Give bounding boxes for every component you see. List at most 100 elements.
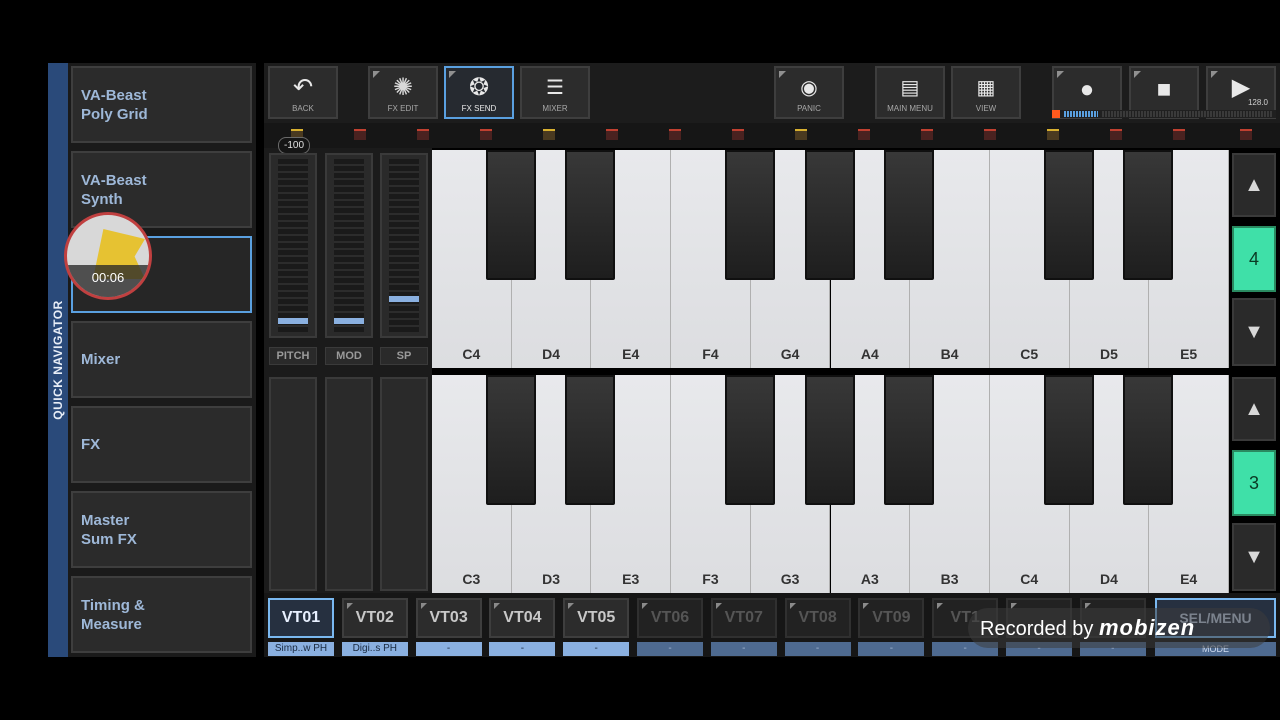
black-key[interactable]	[485, 150, 536, 280]
marker-icon[interactable]	[1173, 129, 1185, 140]
marker-icon[interactable]	[669, 129, 681, 140]
marker-icon[interactable]	[1110, 129, 1122, 140]
nav-item-master-sum-fx[interactable]: Master Sum FX	[71, 491, 252, 568]
nav-item-va-beast-poly-grid[interactable]: VA-Beast Poly Grid	[71, 66, 252, 143]
meter-inactive	[1102, 111, 1272, 117]
fx-send-button[interactable]: ❂ FX SEND	[444, 66, 514, 119]
keyboard-upper: C4 D4 E4 F4 G4 A4 B4 C5 D5 E5	[432, 150, 1229, 368]
pitch-value-badge: -100	[278, 137, 310, 154]
recording-time: 00:06	[67, 265, 149, 297]
watermark-text: Recorded by	[980, 618, 1094, 640]
track-button[interactable]: VT09	[858, 598, 925, 638]
black-key[interactable]	[485, 375, 536, 505]
note-label: E3	[622, 571, 640, 587]
marker-icon[interactable]	[543, 129, 555, 140]
track-label: VT08	[798, 609, 837, 626]
black-key[interactable]	[1043, 375, 1094, 505]
note-label: C3	[462, 571, 481, 587]
mixer-label: MIXER	[542, 104, 568, 113]
upper-octave-up-button[interactable]: ▲	[1232, 153, 1276, 217]
view-button[interactable]: ▦ VIEW	[951, 66, 1021, 119]
quick-navigator-strip[interactable]: QUICK NAVIGATOR	[48, 63, 68, 657]
track-button[interactable]: VT03	[415, 598, 482, 638]
upper-octave-down-button[interactable]: ▼	[1232, 298, 1276, 366]
arrow-down-icon: ▼	[1244, 546, 1264, 568]
black-key[interactable]	[884, 150, 935, 280]
back-button[interactable]: ↶ BACK	[268, 66, 338, 119]
black-key[interactable]	[804, 150, 855, 280]
note-label: F3	[702, 571, 719, 587]
marker-icon[interactable]	[921, 129, 933, 140]
black-key[interactable]	[724, 375, 775, 505]
pitch-slider[interactable]	[269, 153, 317, 338]
marker-icon[interactable]	[1240, 129, 1252, 140]
track-button[interactable]: VT02	[341, 598, 408, 638]
note-label: B4	[940, 346, 959, 362]
fx-edit-button[interactable]: ✺ FX EDIT	[368, 66, 438, 119]
nav-item-fx[interactable]: FX	[71, 406, 252, 483]
mod-label[interactable]: MOD	[325, 347, 373, 365]
slider-thumb[interactable]	[389, 295, 419, 302]
upper-octave-value: 4	[1232, 226, 1276, 292]
pitch-label[interactable]: PITCH	[269, 347, 317, 365]
slider-track	[389, 159, 419, 332]
touch-pad-3[interactable]	[380, 377, 428, 591]
meter-active	[1064, 111, 1098, 117]
note-label: E4	[622, 346, 640, 362]
marker-icon[interactable]	[417, 129, 429, 140]
mixer-button[interactable]: ☰ MIXER	[520, 66, 590, 119]
stop-icon: ■	[1156, 76, 1172, 103]
note-label: G4	[780, 346, 800, 362]
back-arrow-icon: ↶	[292, 74, 314, 101]
marker-icon[interactable]	[606, 129, 618, 140]
touch-pad-1[interactable]	[269, 377, 317, 591]
lower-octave-value: 3	[1232, 450, 1276, 516]
black-key[interactable]	[804, 375, 855, 505]
track-button[interactable]: VT04	[489, 598, 556, 638]
marker-icon[interactable]	[795, 129, 807, 140]
marker-icon[interactable]	[858, 129, 870, 140]
note-label: F4	[702, 346, 719, 362]
arrow-up-icon: ▲	[1244, 398, 1264, 420]
black-key[interactable]	[1043, 150, 1094, 280]
nav-item-mixer[interactable]: Mixer	[71, 321, 252, 398]
record-indicator	[1052, 110, 1060, 118]
panic-button[interactable]: ◉ PANIC	[774, 66, 844, 119]
nav-item-timing-measure[interactable]: Timing & Measure	[71, 576, 252, 653]
marker-icon[interactable]	[732, 129, 744, 140]
black-key[interactable]	[565, 150, 616, 280]
note-label: C5	[1020, 346, 1039, 362]
marker-row	[264, 123, 1280, 148]
note-label: E4	[1180, 571, 1198, 587]
black-key[interactable]	[565, 375, 616, 505]
touch-pad-2[interactable]	[325, 377, 373, 591]
slider-thumb[interactable]	[278, 317, 308, 324]
quick-navigator-panel: VA-Beast Poly Grid VA-Beast Synth Mixer …	[68, 63, 256, 657]
nav-item-label: VA-Beast Poly Grid	[81, 86, 148, 123]
track-button[interactable]: VT06	[637, 598, 703, 638]
black-key[interactable]	[724, 150, 775, 280]
lower-octave-down-button[interactable]: ▼	[1232, 523, 1276, 591]
track-label: VT03	[429, 609, 468, 626]
track-button[interactable]: VT01	[268, 598, 334, 638]
screen-recorder-bubble[interactable]: 00:06	[64, 212, 152, 300]
track-label: VT02	[355, 609, 394, 626]
marker-icon[interactable]	[354, 129, 366, 140]
track-button[interactable]: VT05	[563, 598, 630, 638]
track-button[interactable]: VT08	[784, 598, 851, 638]
marker-icon[interactable]	[480, 129, 492, 140]
main-menu-button[interactable]: ▤ MAIN MENU	[875, 66, 945, 119]
black-key[interactable]	[1123, 150, 1174, 280]
slider-thumb[interactable]	[334, 317, 364, 324]
marker-icon[interactable]	[1047, 129, 1059, 140]
marker-icon[interactable]	[984, 129, 996, 140]
sp-label[interactable]: SP	[380, 347, 428, 365]
note-label: C4	[1020, 571, 1039, 587]
black-key[interactable]	[1123, 375, 1174, 505]
corner-triangle-icon	[1134, 71, 1141, 78]
lower-octave-up-button[interactable]: ▲	[1232, 377, 1276, 441]
mod-slider[interactable]	[325, 153, 373, 338]
sp-slider[interactable]	[380, 153, 428, 338]
black-key[interactable]	[884, 375, 935, 505]
track-button[interactable]: VT07	[710, 598, 777, 638]
